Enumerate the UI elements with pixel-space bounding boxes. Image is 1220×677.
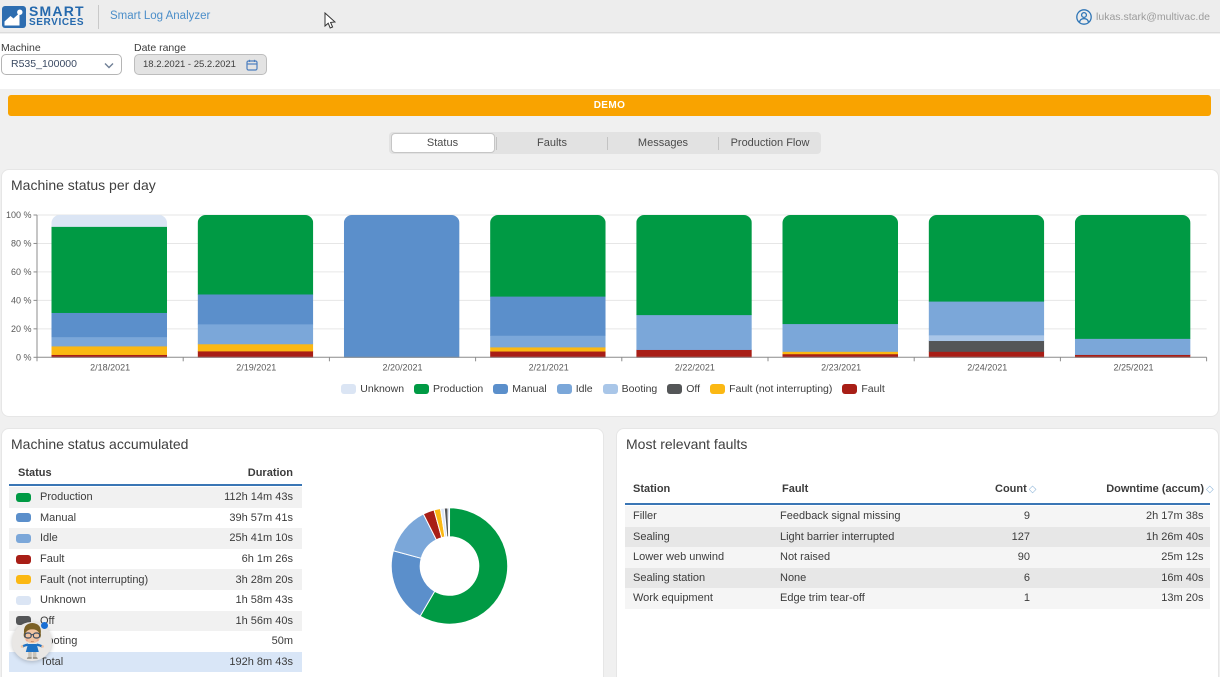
svg-text:100 %: 100 % [6,210,32,220]
svg-text:2/22/2021: 2/22/2021 [675,362,715,372]
svg-text:2/18/2021: 2/18/2021 [90,362,130,372]
svg-text:80 %: 80 % [11,238,32,248]
svg-text:2/23/2021: 2/23/2021 [821,362,861,372]
svg-text:0 %: 0 % [16,352,32,362]
svg-text:20 %: 20 % [11,324,32,334]
svg-text:2/19/2021: 2/19/2021 [236,362,276,372]
svg-text:2/20/2021: 2/20/2021 [382,362,422,372]
svg-text:40 %: 40 % [11,295,32,305]
svg-text:60 %: 60 % [11,267,32,277]
svg-text:2/24/2021: 2/24/2021 [967,362,1007,372]
svg-text:2/21/2021: 2/21/2021 [529,362,569,372]
svg-text:2/25/2021: 2/25/2021 [1113,362,1153,372]
